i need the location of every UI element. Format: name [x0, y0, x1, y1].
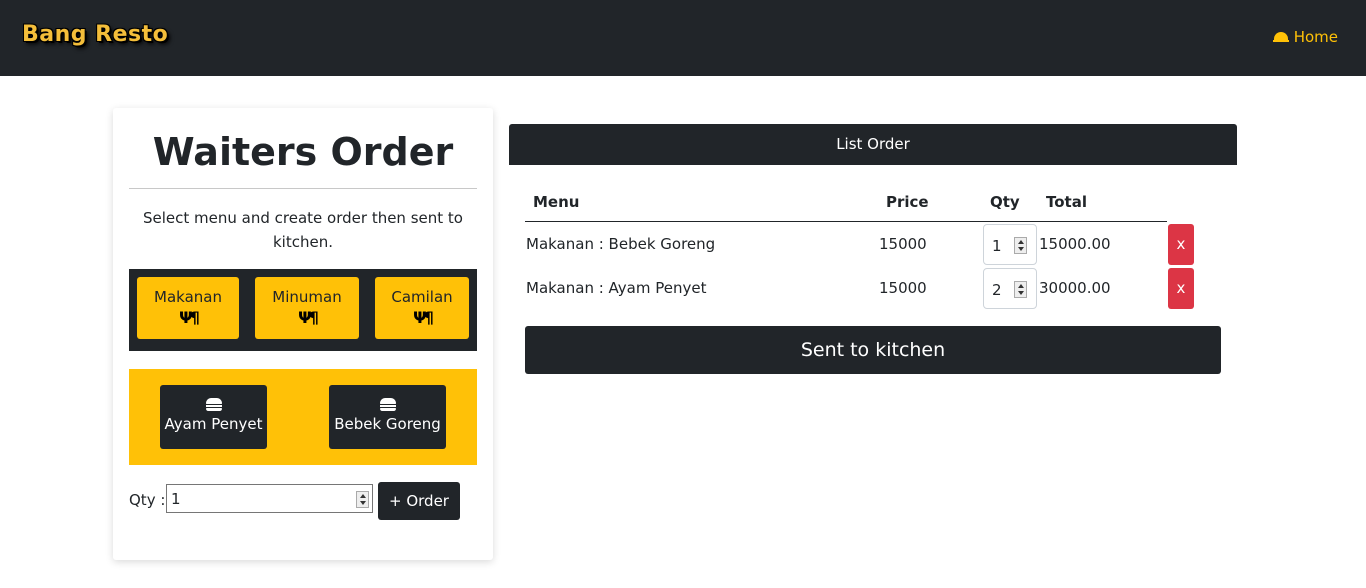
table-row: Makanan : Ayam Penyet 15000 2 30000.00 x	[525, 266, 1225, 310]
menu-item-ayam-penyet[interactable]: Ayam Penyet	[160, 385, 267, 449]
row-qty-value: 2	[992, 281, 1002, 299]
waiter-order-card: Waiters Order Select menu and create ord…	[113, 108, 493, 560]
row-qty-spinner[interactable]	[1014, 237, 1027, 254]
column-header-total: Total	[1046, 193, 1087, 211]
qty-input-value: 1	[171, 490, 181, 508]
qty-row: Qty : 1 + Order	[129, 482, 477, 520]
menu-item-label: Bebek Goreng	[334, 415, 441, 433]
category-label: Camilan	[391, 288, 453, 306]
menu-item-bebek-goreng[interactable]: Bebek Goreng	[329, 385, 446, 449]
category-button-camilan[interactable]: Camilan Ψ¶	[375, 277, 469, 339]
row-total: 15000.00	[1039, 235, 1111, 253]
row-price: 15000	[879, 235, 927, 253]
page-title: Waiters Order	[152, 130, 454, 174]
row-qty-value: 1	[992, 237, 1002, 255]
divider	[129, 188, 477, 189]
row-menu: Makanan : Ayam Penyet	[526, 279, 707, 297]
navbar: Bang Resto Home	[0, 0, 1366, 76]
hamburger-icon	[205, 398, 222, 411]
category-label: Minuman	[272, 288, 342, 306]
utensils-icon: Ψ¶	[179, 308, 200, 327]
row-qty-input[interactable]: 1	[983, 224, 1037, 265]
nav-home-link[interactable]: Home	[1272, 28, 1338, 46]
description-text: Select menu and create order then sent t…	[143, 209, 463, 251]
column-header-menu: Menu	[533, 193, 580, 211]
column-header-price: Price	[886, 193, 929, 211]
qty-spinner[interactable]	[356, 491, 369, 508]
qty-label: Qty :	[129, 491, 166, 509]
row-total: 30000.00	[1039, 279, 1111, 297]
row-menu: Makanan : Bebek Goreng	[526, 235, 716, 253]
row-price: 15000	[879, 279, 927, 297]
category-button-makanan[interactable]: Makanan Ψ¶	[137, 277, 239, 339]
bell-icon	[1272, 31, 1289, 43]
nav-home-label: Home	[1293, 28, 1338, 46]
menu-item-label: Ayam Penyet	[164, 415, 263, 433]
menu-item-bar: Ayam Penyet Bebek Goreng	[129, 369, 477, 465]
hamburger-icon	[379, 398, 396, 411]
category-button-minuman[interactable]: Minuman Ψ¶	[255, 277, 359, 339]
category-label: Makanan	[154, 288, 222, 306]
list-order-header: List Order	[509, 124, 1237, 165]
send-to-kitchen-button[interactable]: Sent to kitchen	[525, 326, 1221, 374]
add-order-button[interactable]: + Order	[378, 482, 460, 520]
delete-row-button[interactable]: x	[1168, 224, 1194, 265]
delete-row-button[interactable]: x	[1168, 268, 1194, 309]
brand-logo[interactable]: Bang Resto	[22, 22, 168, 47]
qty-input[interactable]: 1	[166, 484, 373, 513]
category-bar: Makanan Ψ¶ Minuman Ψ¶ Camilan Ψ¶	[129, 269, 477, 351]
row-qty-spinner[interactable]	[1014, 281, 1027, 298]
table-row: Makanan : Bebek Goreng 15000 1 15000.00 …	[525, 222, 1225, 266]
column-header-qty: Qty	[990, 193, 1020, 211]
row-qty-input[interactable]: 2	[983, 268, 1037, 309]
utensils-icon: Ψ¶	[298, 308, 319, 327]
utensils-icon: Ψ¶	[413, 308, 434, 327]
